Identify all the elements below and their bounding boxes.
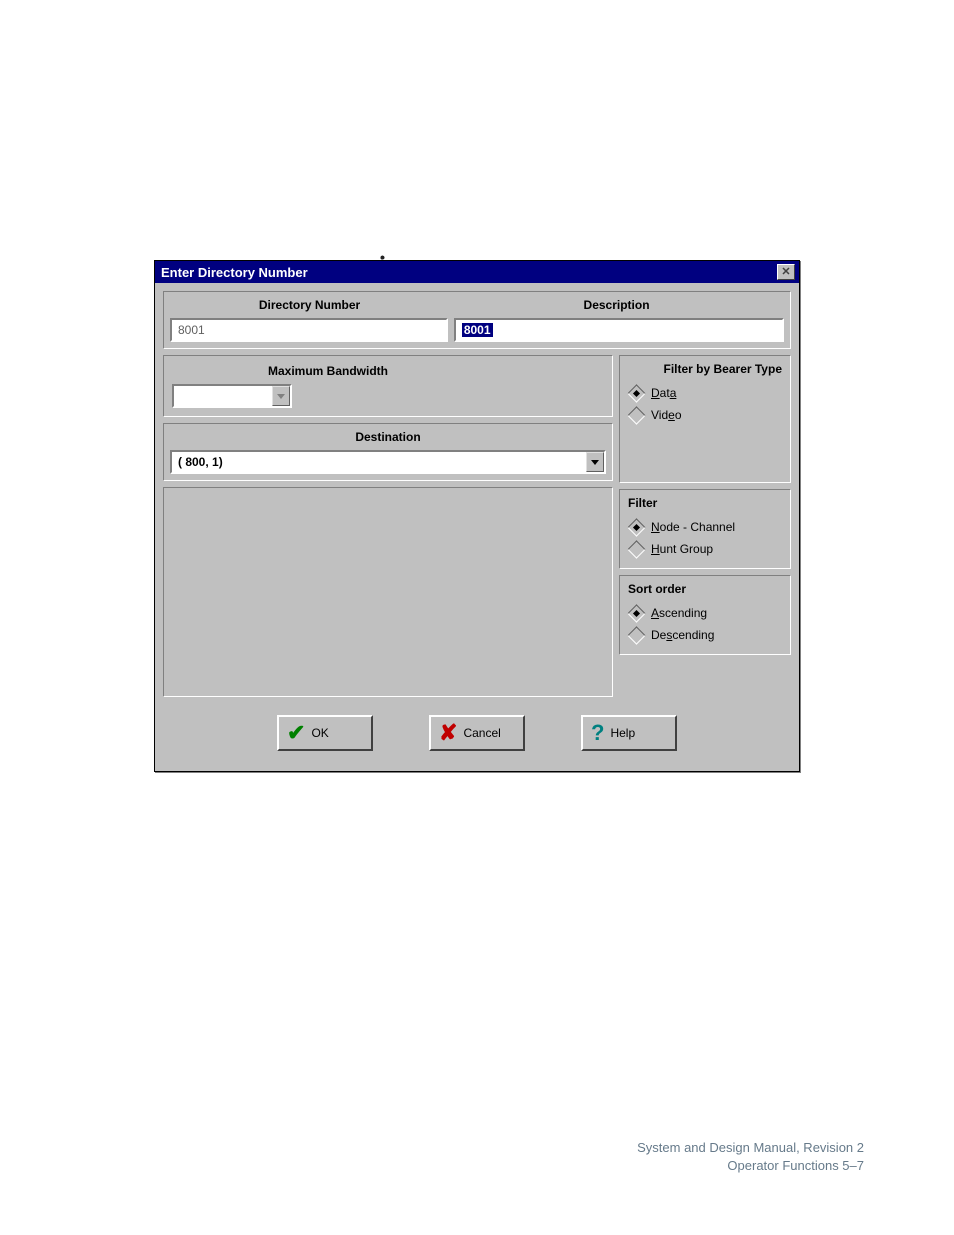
- filter-bearer-label: Filter by Bearer Type: [628, 362, 782, 376]
- filter-panel: Filter Node - Channel Hunt Group: [619, 489, 791, 569]
- description-field[interactable]: 8001: [454, 318, 784, 342]
- directory-number-field[interactable]: 8001: [170, 318, 448, 342]
- bearer-data-label: Data: [651, 386, 676, 400]
- cancel-button[interactable]: ✘ Cancel: [429, 715, 525, 751]
- question-icon: ?: [591, 720, 604, 746]
- titlebar: Enter Directory Number ✕: [155, 261, 799, 283]
- footer-line-2: Operator Functions 5–7: [637, 1157, 864, 1175]
- footer-line-1: System and Design Manual, Revision 2: [637, 1139, 864, 1157]
- filter-label: Filter: [628, 496, 782, 510]
- directory-number-value: 8001: [178, 323, 205, 337]
- sort-ascending-radio[interactable]: Ascending: [628, 602, 782, 624]
- document-page: Enter Directory Number ✕ Directory Numbe…: [0, 0, 954, 1235]
- destination-label: Destination: [170, 430, 606, 450]
- x-icon: ✘: [439, 720, 457, 746]
- description-value: 8001: [462, 323, 493, 337]
- filter-node-channel-radio[interactable]: Node - Channel: [628, 516, 782, 538]
- cancel-button-label: Cancel: [463, 726, 500, 740]
- diamond-radio-icon: [627, 626, 645, 644]
- dialog-title: Enter Directory Number: [161, 265, 308, 280]
- sort-descending-radio[interactable]: Descending: [628, 624, 782, 646]
- close-icon[interactable]: ✕: [777, 264, 795, 280]
- diamond-radio-icon: [627, 384, 645, 402]
- max-bandwidth-dropdown[interactable]: [172, 384, 292, 408]
- filter-node-channel-label: Node - Channel: [651, 520, 735, 534]
- diamond-radio-icon: [627, 604, 645, 622]
- page-footer: System and Design Manual, Revision 2 Ope…: [637, 1139, 864, 1175]
- diamond-radio-icon: [627, 518, 645, 536]
- max-bandwidth-value: [174, 386, 272, 406]
- dialog-body: Directory Number Description 8001 8001 M…: [155, 283, 799, 771]
- bearer-data-radio[interactable]: Data: [628, 382, 782, 404]
- help-button-label: Help: [610, 726, 635, 740]
- blank-panel: [163, 487, 613, 697]
- description-label: Description: [449, 298, 784, 318]
- max-bandwidth-label: Maximum Bandwidth: [52, 364, 604, 384]
- directory-number-label: Directory Number: [170, 298, 449, 318]
- chevron-down-icon[interactable]: [586, 452, 604, 472]
- ok-button[interactable]: ✔ OK: [277, 715, 373, 751]
- sort-descending-label: Descending: [651, 628, 714, 642]
- enter-directory-number-dialog: Enter Directory Number ✕ Directory Numbe…: [154, 260, 800, 772]
- destination-panel: Destination ( 800, 1): [163, 423, 613, 481]
- filter-bearer-panel: Filter by Bearer Type Data Video: [619, 355, 791, 483]
- top-panel: Directory Number Description 8001 8001: [163, 291, 791, 349]
- filter-hunt-group-label: Hunt Group: [651, 542, 713, 556]
- sort-ascending-label: Ascending: [651, 606, 707, 620]
- destination-value: ( 800, 1): [172, 452, 586, 472]
- diamond-radio-icon: [627, 540, 645, 558]
- help-button[interactable]: ? Help: [581, 715, 677, 751]
- destination-dropdown[interactable]: ( 800, 1): [170, 450, 606, 474]
- bearer-video-radio[interactable]: Video: [628, 404, 782, 426]
- dialog-button-row: ✔ OK ✘ Cancel ? Help: [163, 697, 791, 763]
- sort-order-label: Sort order: [628, 582, 782, 596]
- max-bandwidth-panel: Maximum Bandwidth: [163, 355, 613, 417]
- check-icon: ✔: [287, 720, 305, 746]
- ok-button-label: OK: [311, 726, 328, 740]
- bearer-video-label: Video: [651, 408, 682, 422]
- chevron-down-icon[interactable]: [272, 386, 290, 406]
- sort-order-panel: Sort order Ascending Descending: [619, 575, 791, 655]
- diamond-radio-icon: [627, 406, 645, 424]
- filter-hunt-group-radio[interactable]: Hunt Group: [628, 538, 782, 560]
